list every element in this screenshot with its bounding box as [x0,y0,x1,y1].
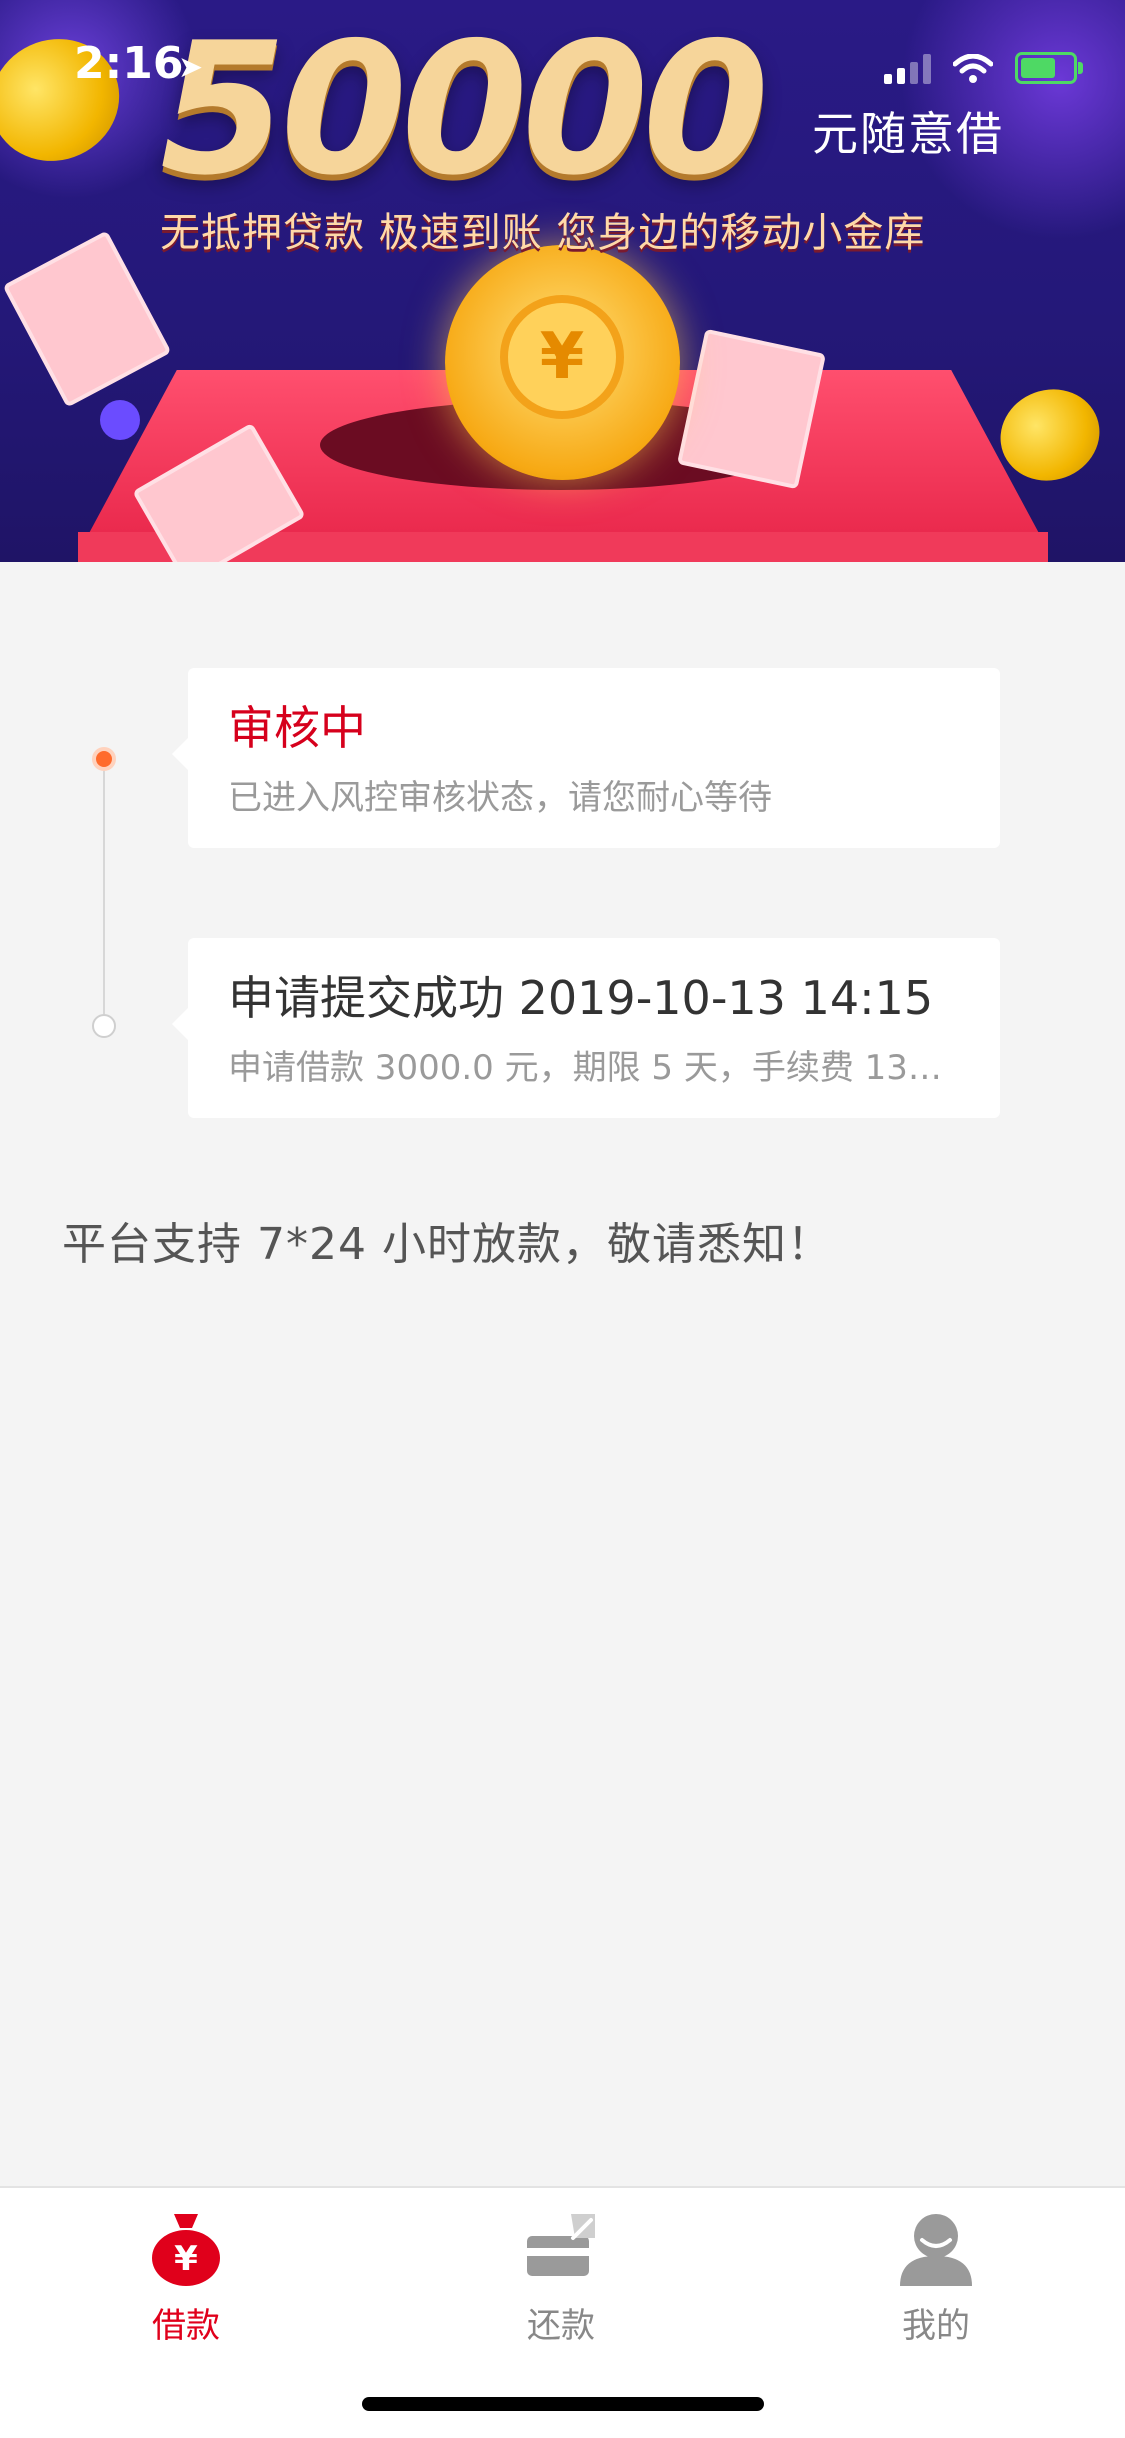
timeline-title: 审核中 [228,701,366,755]
tab-label: 我的 [902,2306,970,2346]
timeline-subtitle: 申请借款 3000.0 元，期限 5 天，手续费 1350.... [228,1048,960,1088]
banner-amount-caption: 元随意借 [812,107,1004,161]
battery-charging-icon [1015,52,1083,84]
svg-text:¥: ¥ [174,2239,198,2279]
home-indicator[interactable] [362,2397,764,2411]
banknote-decoration [2,230,172,408]
tab-borrow[interactable]: ¥ 借款 [86,2208,286,2347]
tab-label: 还款 [527,2306,595,2346]
timeline-dot-active [92,747,116,771]
timeline-subtitle: 已进入风控审核状态，请您耐心等待 [228,778,772,818]
cell-signal-icon [884,54,931,84]
timeline-dot [92,1014,116,1038]
wifi-icon [953,54,993,83]
user-icon [896,2208,976,2288]
yuan-coin-icon: ¥ [500,295,624,419]
timeline-line [103,760,105,1025]
promo-banner[interactable]: ¥ 50000 元随意借 无抵押贷款 极速到账 您身边的移动小金库 2:16 ➤ [0,0,1125,562]
timeline-title: 申请提交成功 2019-10-13 14:15 [228,971,934,1025]
tab-repay[interactable]: 还款 [461,2208,661,2347]
status-time: 2:16 [74,38,184,89]
status-icons [884,52,1083,84]
banner-amount: 50000 [160,3,769,215]
service-notice: 平台支持 7*24 小时放款，敬请悉知！ [62,1219,832,1270]
tab-mine[interactable]: 我的 [836,2208,1036,2347]
timeline-card-submitted: 申请提交成功 2019-10-13 14:15 申请借款 3000.0 元，期限… [172,938,1000,1118]
timeline-card-review: 审核中 已进入风控审核状态，请您耐心等待 [172,668,1000,848]
repay-card-icon [521,2208,601,2288]
location-arrow-icon: ➤ [178,50,204,85]
money-bag-icon: ¥ [146,2208,226,2288]
tab-label: 借款 [152,2306,220,2346]
banner-tagline: 无抵押贷款 极速到账 您身边的移动小金库 [160,210,926,256]
